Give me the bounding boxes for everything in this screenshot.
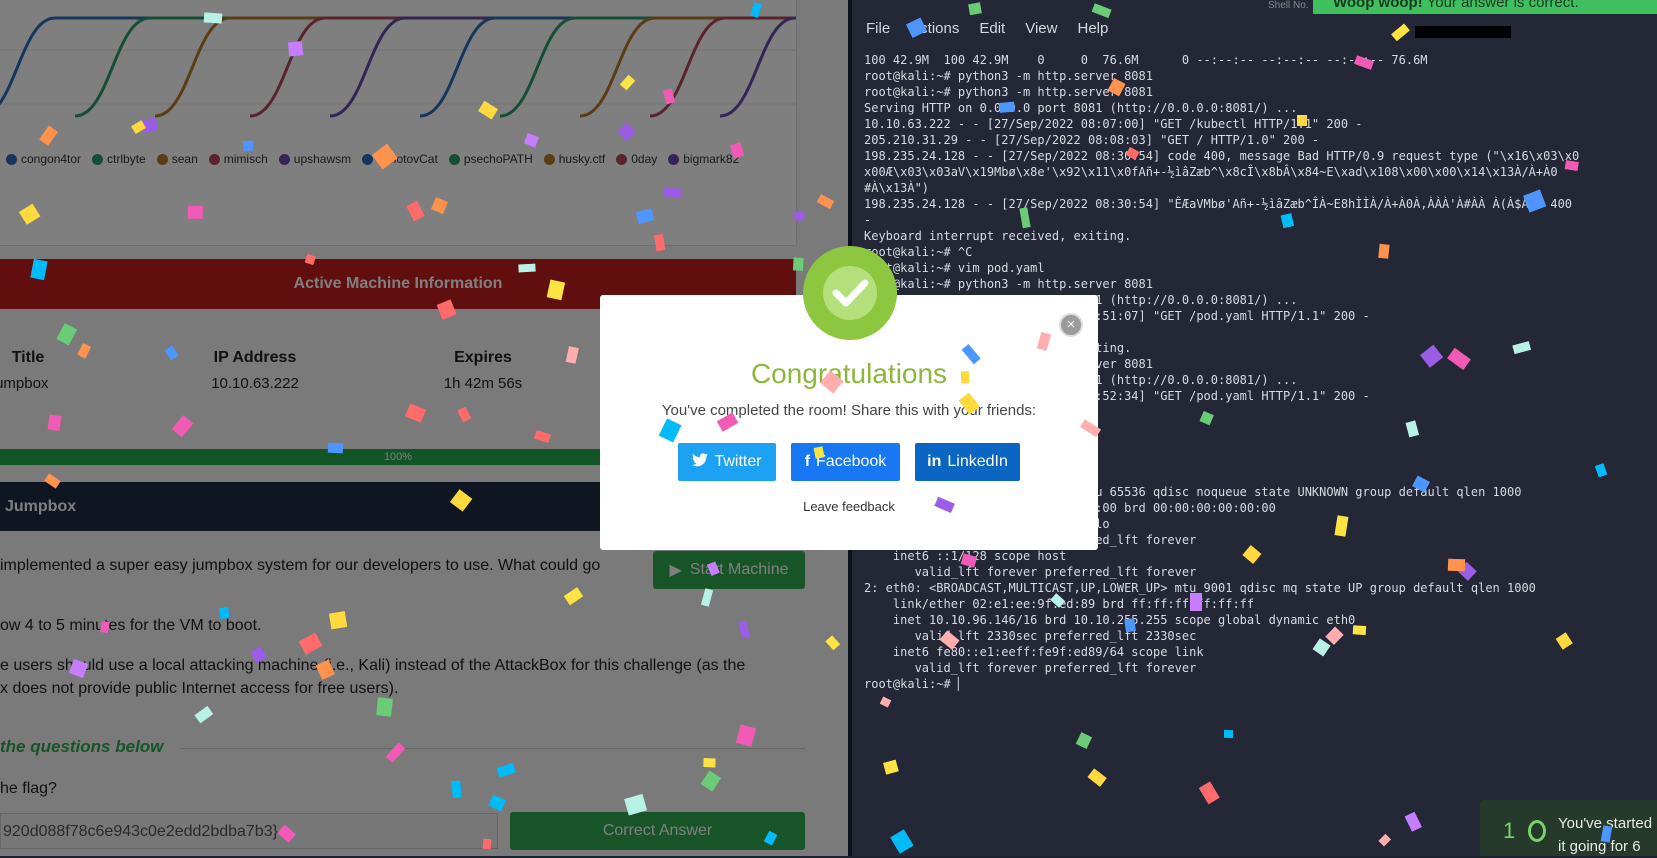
toast-text: Your answer is correct. [1422, 0, 1579, 11]
confetti-piece [203, 12, 223, 24]
confetti-piece [327, 442, 344, 454]
modal-subtitle: You've completed the room! Share this wi… [661, 402, 1037, 419]
modal-title: Congratulations [750, 358, 948, 389]
success-toast: Woop woop! Your answer is correct. [1313, 0, 1657, 14]
linkedin-icon: in [927, 453, 942, 470]
terminal-menu-item[interactable]: File [866, 20, 890, 40]
confetti-piece [1378, 243, 1390, 258]
confetti-piece [1189, 592, 1202, 612]
facebook-label: Facebook [816, 453, 887, 470]
linkedin-share-button[interactable]: in LinkedIn [915, 443, 1020, 481]
close-button[interactable]: × [1059, 313, 1083, 337]
confetti-piece [1296, 114, 1307, 127]
confetti-piece [328, 610, 348, 629]
twitter-label: Twitter [714, 453, 762, 470]
terminal-menu-item[interactable]: Edit [979, 20, 1005, 40]
terminal-menu-item[interactable]: Help [1077, 20, 1108, 40]
check-icon [832, 279, 869, 307]
streak-widget: 1 You've started it going for 6 [1480, 800, 1657, 856]
confetti-piece [1352, 625, 1367, 636]
confetti-piece [999, 101, 1015, 114]
terminal-menubar: File Actions Edit View Help [852, 20, 1108, 40]
confetti-piece [219, 607, 230, 620]
streak-count: 1 [1503, 818, 1516, 843]
confetti-piece [663, 186, 682, 198]
confetti-piece [1447, 558, 1466, 572]
linkedin-label: LinkedIn [947, 453, 1008, 470]
confetti-piece [451, 780, 462, 799]
completion-badge [803, 246, 897, 340]
toast-strong: Woop woop! [1333, 0, 1423, 11]
terminal-menu-item[interactable]: View [1025, 20, 1057, 40]
confetti-piece [960, 370, 969, 383]
confetti-piece [517, 263, 536, 273]
confetti-piece [375, 696, 393, 717]
confetti-piece [968, 1, 983, 16]
confetti-piece [1124, 618, 1136, 633]
confetti-piece [1564, 159, 1580, 172]
confetti-piece [188, 205, 204, 219]
confetti-piece [813, 446, 825, 460]
shell-tab-label[interactable]: Shell No. [1268, 0, 1309, 11]
confetti-piece [482, 838, 492, 850]
twitter-share-button[interactable]: Twitter [678, 443, 776, 481]
confetti-piece [794, 210, 805, 221]
confetti-piece [1224, 729, 1234, 738]
facebook-icon: f [804, 453, 811, 470]
facebook-share-button[interactable]: f Facebook [791, 443, 900, 481]
confetti-piece [703, 758, 717, 768]
twitter-icon [692, 452, 709, 472]
confetti-piece [792, 257, 804, 271]
confetti-piece [288, 41, 304, 57]
toast-shadow [1415, 26, 1511, 38]
leave-feedback-link[interactable]: Leave feedback [600, 499, 1098, 514]
confetti-piece [243, 140, 254, 152]
flame-icon [1528, 820, 1546, 842]
